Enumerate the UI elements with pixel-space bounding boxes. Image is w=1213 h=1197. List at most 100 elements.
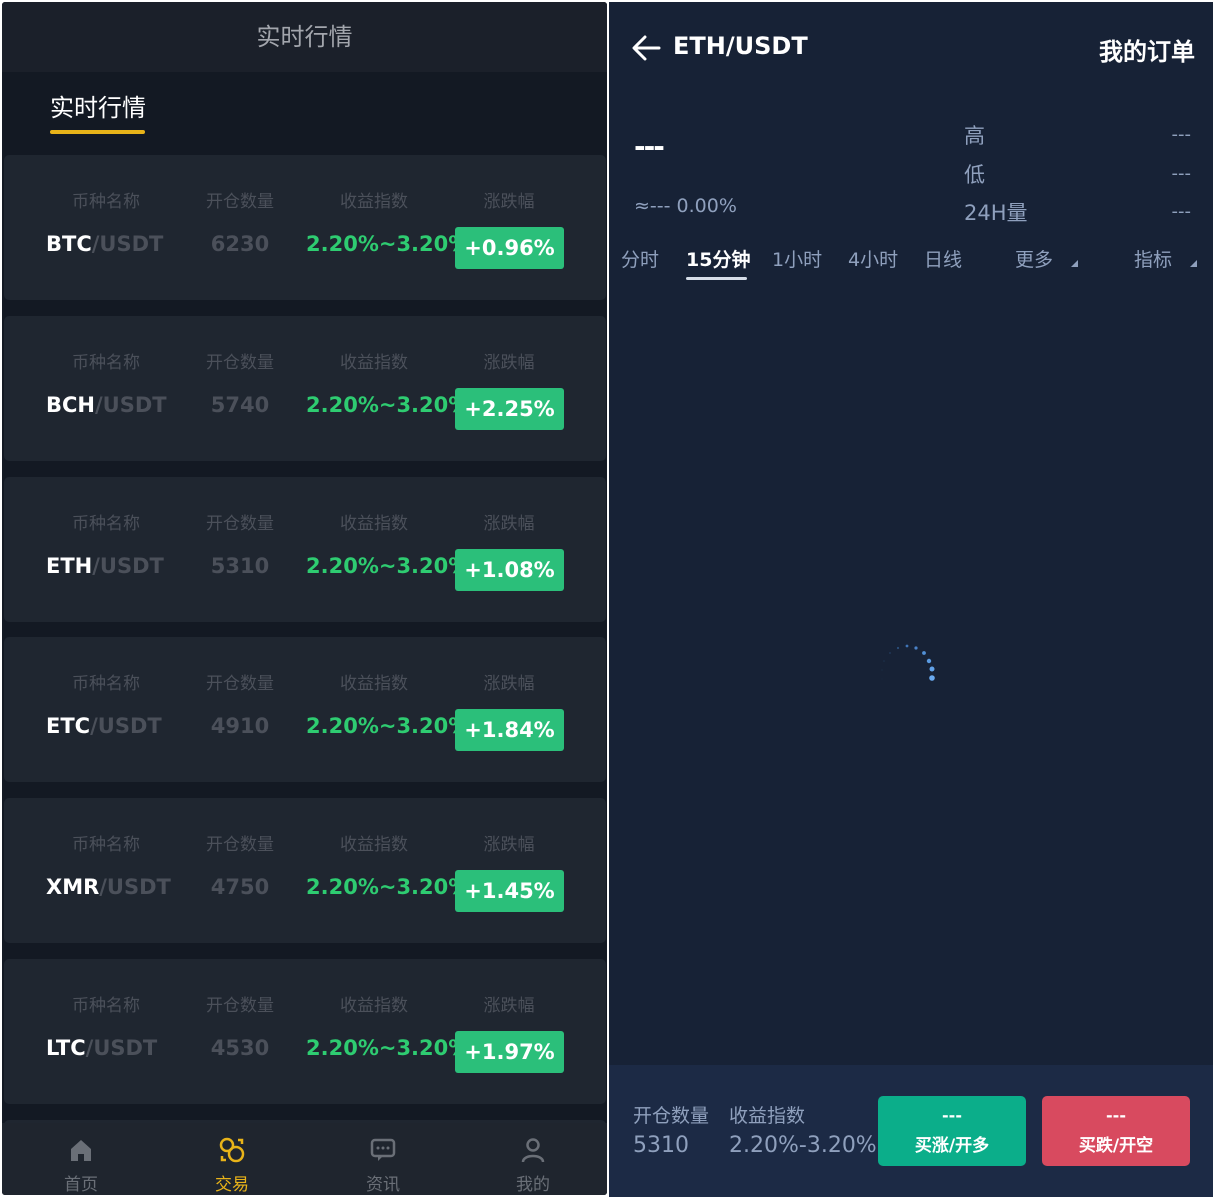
- yield-index: 2.20%~3.20%: [306, 393, 470, 417]
- tab-timeframe-more[interactable]: 更多: [1015, 245, 1053, 272]
- tab-timeframe-1h[interactable]: 1小时: [772, 245, 822, 272]
- header-volume: 开仓数量: [206, 674, 274, 694]
- tab-label: 实时行情: [50, 94, 146, 122]
- nav-label: 首页: [64, 1175, 98, 1195]
- header-volume: 开仓数量: [206, 996, 274, 1016]
- market-row-ltc[interactable]: 币种名称 开仓数量 收益指数 涨跌幅 LTC/USDT 4530 2.20%~3…: [4, 959, 606, 1104]
- coin-symbol: XMR/USDT: [46, 875, 171, 899]
- more-dropdown-icon[interactable]: [1071, 260, 1078, 267]
- nav-label: 资讯: [366, 1175, 400, 1195]
- header-coin-name: 币种名称: [72, 996, 140, 1016]
- yield-index: 2.20%~3.20%: [306, 875, 470, 899]
- timeframe-active-underline: [686, 277, 747, 280]
- tab-timeframe-4h[interactable]: 4小时: [848, 245, 898, 272]
- header-coin-name: 币种名称: [72, 674, 140, 694]
- coin-symbol: BTC/USDT: [46, 232, 164, 256]
- market-row-btc[interactable]: 币种名称 开仓数量 收益指数 涨跌幅 BTC/USDT 6230 2.20%~3…: [4, 155, 606, 300]
- trade-icon: [219, 1137, 245, 1163]
- header-change: 涨跌幅: [483, 514, 535, 534]
- tab-indicator[interactable]: 指标: [1134, 245, 1172, 272]
- change-badge: +1.97%: [455, 1031, 564, 1073]
- header-change: 涨跌幅: [483, 353, 535, 373]
- open-volume-label: 开仓数量: [633, 1105, 710, 1127]
- yield-index-label: 收益指数: [729, 1105, 806, 1127]
- header-coin-name: 币种名称: [72, 514, 140, 534]
- market-panel: 实时行情 实时行情 币种名称 开仓数量 收益指数 涨跌幅 BTC/USDT 62…: [2, 2, 607, 1195]
- price-approx: ≈--- 0.00%: [634, 195, 737, 217]
- header-index: 收益指数: [340, 514, 408, 534]
- stat-low-label: 低: [964, 163, 985, 187]
- nav-news[interactable]: 资讯: [328, 1123, 438, 1195]
- yield-index: 2.20%~3.20%: [306, 1036, 470, 1060]
- indicator-dropdown-icon[interactable]: [1190, 260, 1197, 267]
- header-volume: 开仓数量: [206, 192, 274, 212]
- change-badge: +1.08%: [455, 549, 564, 591]
- kline-chart-area[interactable]: [609, 292, 1213, 1062]
- message-icon: [370, 1138, 396, 1161]
- change-badge: +2.25%: [455, 388, 564, 430]
- yield-index: 2.20%~3.20%: [306, 714, 470, 738]
- coin-symbol: ETC/USDT: [46, 714, 162, 738]
- header-coin-name: 币种名称: [72, 835, 140, 855]
- header-change: 涨跌幅: [483, 674, 535, 694]
- coin-symbol: ETH/USDT: [46, 554, 164, 578]
- pair-title: ETH/USDT: [673, 32, 808, 60]
- open-volume: 5310: [210, 554, 270, 578]
- header-coin-name: 币种名称: [72, 353, 140, 373]
- stat-volume-value: ---: [1171, 201, 1192, 222]
- buy-long-value: ---: [942, 1106, 962, 1125]
- yield-index-value: 2.20%-3.20%: [729, 1133, 877, 1158]
- yield-index: 2.20%~3.20%: [306, 554, 470, 578]
- buy-short-value: ---: [1106, 1106, 1126, 1125]
- page-title: 实时行情: [2, 2, 607, 72]
- stat-high-value: ---: [1171, 124, 1192, 145]
- header-index: 收益指数: [340, 192, 408, 212]
- home-icon: [71, 1140, 91, 1161]
- tab-timeframe-15m[interactable]: 15分钟: [686, 245, 750, 272]
- change-badge: +1.84%: [455, 709, 564, 751]
- bottom-nav: 首页 交易 资讯 我的: [2, 1123, 607, 1195]
- buy-short-button[interactable]: --- 买跌/开空: [1042, 1096, 1190, 1166]
- header-change: 涨跌幅: [483, 996, 535, 1016]
- market-row-etc[interactable]: 币种名称 开仓数量 收益指数 涨跌幅 ETC/USDT 4910 2.20%~3…: [4, 637, 606, 782]
- coin-symbol: BCH/USDT: [46, 393, 167, 417]
- open-volume: 6230: [210, 232, 270, 256]
- market-row-eth[interactable]: 币种名称 开仓数量 收益指数 涨跌幅 ETH/USDT 5310 2.20%~3…: [4, 477, 606, 622]
- last-price: ---: [634, 130, 665, 163]
- market-row-bch[interactable]: 币种名称 开仓数量 收益指数 涨跌幅 BCH/USDT 5740 2.20%~3…: [4, 316, 606, 461]
- nav-home[interactable]: 首页: [26, 1123, 136, 1195]
- buy-long-button[interactable]: --- 买涨/开多: [878, 1096, 1026, 1166]
- tab-realtime-quotes[interactable]: 实时行情: [50, 88, 146, 134]
- trading-panel: ETH/USDT 我的订单 --- ≈--- 0.00% 高 --- 低 ---…: [609, 2, 1213, 1197]
- loading-spinner-icon: [881, 644, 935, 681]
- buy-long-label: 买涨/开多: [914, 1136, 990, 1156]
- nav-trade[interactable]: 交易: [177, 1123, 287, 1195]
- header-change: 涨跌幅: [483, 835, 535, 855]
- header-change: 涨跌幅: [483, 192, 535, 212]
- user-icon: [521, 1138, 545, 1163]
- header-index: 收益指数: [340, 996, 408, 1016]
- tab-timeframe-line[interactable]: 分时: [621, 245, 659, 272]
- stat-low-value: ---: [1171, 163, 1192, 184]
- open-volume: 5740: [210, 393, 270, 417]
- change-badge: +1.45%: [455, 870, 564, 912]
- order-bar: 开仓数量 收益指数 5310 2.20%-3.20% --- 买涨/开多 ---…: [609, 1065, 1213, 1197]
- nav-label: 我的: [516, 1175, 550, 1195]
- yield-index: 2.20%~3.20%: [306, 232, 470, 256]
- my-orders-link[interactable]: 我的订单: [1099, 32, 1195, 67]
- header-index: 收益指数: [340, 674, 408, 694]
- open-volume: 4750: [210, 875, 270, 899]
- nav-label: 交易: [215, 1175, 249, 1195]
- stat-volume-label: 24H量: [964, 201, 1028, 225]
- coin-symbol: LTC/USDT: [46, 1036, 158, 1060]
- header-volume: 开仓数量: [206, 353, 274, 373]
- open-volume-value: 5310: [633, 1133, 689, 1158]
- change-badge: +0.96%: [455, 227, 564, 269]
- header-volume: 开仓数量: [206, 835, 274, 855]
- back-arrow-icon[interactable]: [631, 34, 661, 62]
- tab-timeframe-1d[interactable]: 日线: [924, 245, 962, 272]
- header-volume: 开仓数量: [206, 514, 274, 534]
- header-coin-name: 币种名称: [72, 192, 140, 212]
- market-row-xmr[interactable]: 币种名称 开仓数量 收益指数 涨跌幅 XMR/USDT 4750 2.20%~3…: [4, 798, 606, 943]
- nav-profile[interactable]: 我的: [478, 1123, 588, 1195]
